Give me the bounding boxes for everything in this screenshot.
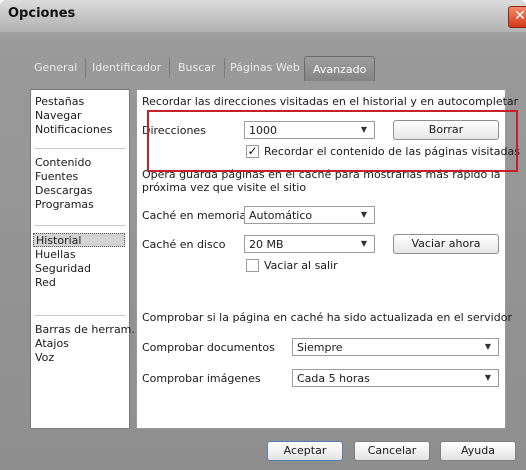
checkmark-icon: ✓	[247, 144, 258, 158]
chevron-down-icon: ▼	[360, 239, 368, 248]
check-images-select[interactable]: Cada 5 horas ▼	[292, 369, 499, 387]
tab-avanzado[interactable]: Avanzado	[304, 56, 376, 81]
check-documents-select[interactable]: Siempre ▼	[292, 338, 499, 356]
cache-description-line1: Opera guarda páginas en el caché para mo…	[142, 168, 501, 181]
remember-content-checkbox[interactable]: ✓	[246, 145, 259, 158]
help-button[interactable]: Ayuda	[440, 441, 516, 461]
tab-buscar[interactable]: Buscar	[170, 58, 225, 78]
disk-cache-select[interactable]: 20 MB ▼	[244, 235, 375, 253]
sidebar-item-barras-de-herram[interactable]: Barras de herram.	[35, 323, 135, 337]
options-dialog: Opciones ✕ General Identificador Buscar …	[0, 0, 526, 470]
check-heading: Comprobar si la página en caché ha sido …	[142, 311, 512, 324]
sidebar-item-fuentes[interactable]: Fuentes	[35, 170, 125, 184]
memory-cache-value: Automático	[249, 209, 313, 222]
sidebar-item-seguridad[interactable]: Seguridad	[35, 262, 125, 276]
addresses-value: 1000	[249, 124, 277, 137]
remember-content-label: Recordar el contenido de las páginas vis…	[264, 145, 520, 158]
tab-general[interactable]: General	[26, 58, 87, 78]
window-title: Opciones	[8, 6, 76, 21]
memory-cache-select[interactable]: Automático ▼	[244, 206, 375, 224]
sidebar-divider	[35, 225, 125, 226]
addresses-select[interactable]: 1000 ▼	[244, 121, 375, 139]
memory-cache-label: Caché en memoria	[142, 209, 247, 222]
ok-button[interactable]: Aceptar	[267, 441, 343, 461]
sidebar-item-red[interactable]: Red	[35, 276, 125, 290]
sidebar-item-pestanas[interactable]: Pestañas	[35, 95, 125, 109]
check-documents-label: Comprobar documentos	[142, 341, 275, 354]
cache-description-line2: próxima vez que visite el sitio	[142, 181, 307, 194]
disk-cache-label: Caché en disco	[142, 238, 226, 251]
chevron-down-icon: ▼	[360, 125, 368, 134]
settings-sidebar: Pestañas Navegar Notificaciones Contenid…	[30, 89, 135, 429]
sidebar-item-notificaciones[interactable]: Notificaciones	[35, 123, 125, 137]
sidebar-item-huellas[interactable]: Huellas	[35, 248, 125, 262]
chevron-down-icon: ▼	[484, 342, 492, 351]
sidebar-item-navegar[interactable]: Navegar	[35, 109, 125, 123]
tab-panel: Pestañas Navegar Notificaciones Contenid…	[30, 89, 520, 435]
sidebar-divider	[35, 315, 125, 316]
sidebar-item-programas[interactable]: Programas	[35, 198, 125, 212]
sidebar-item-atajos[interactable]: Atajos	[35, 337, 125, 351]
empty-now-button[interactable]: Vaciar ahora	[393, 234, 499, 254]
tab-area: General Identificador Buscar Páginas Web…	[22, 56, 520, 440]
sidebar-item-voz[interactable]: Voz	[35, 351, 125, 365]
addresses-label: Direcciones	[142, 124, 206, 137]
sidebar-item-contenido[interactable]: Contenido	[35, 156, 125, 170]
clear-button[interactable]: Borrar	[393, 120, 499, 140]
historial-settings: Recordar las direcciones visitadas en el…	[136, 89, 520, 429]
check-images-label: Comprobar imágenes	[142, 372, 261, 385]
empty-on-exit-label: Vaciar al salir	[264, 259, 338, 272]
check-images-value: Cada 5 horas	[297, 372, 370, 385]
title-bar: Opciones	[0, 0, 526, 32]
close-icon: ✕	[514, 8, 526, 24]
chevron-down-icon: ▼	[360, 210, 368, 219]
empty-on-exit-checkbox[interactable]	[246, 259, 259, 272]
close-button[interactable]: ✕	[508, 6, 526, 28]
tab-paginas-web[interactable]: Páginas Web	[222, 58, 309, 78]
chevron-down-icon: ▼	[484, 373, 492, 382]
tab-identificador[interactable]: Identificador	[84, 58, 171, 78]
history-intro: Recordar las direcciones visitadas en el…	[142, 95, 519, 108]
sidebar-divider	[35, 148, 125, 149]
check-documents-value: Siempre	[297, 341, 343, 354]
disk-cache-value: 20 MB	[249, 238, 284, 251]
cancel-button[interactable]: Cancelar	[354, 441, 430, 461]
sidebar-item-descargas[interactable]: Descargas	[35, 184, 125, 198]
sidebar-item-historial[interactable]: Historial	[33, 233, 125, 247]
